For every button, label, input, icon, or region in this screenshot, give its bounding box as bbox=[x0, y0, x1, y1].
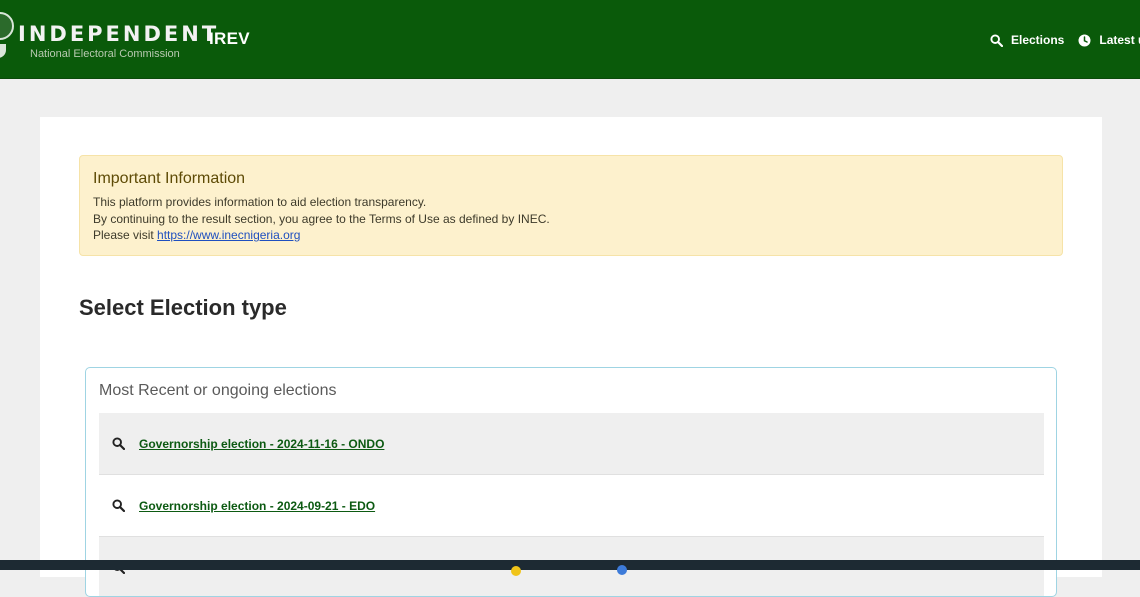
nav-elections-link[interactable]: Elections bbox=[990, 33, 1064, 47]
search-icon bbox=[112, 437, 125, 450]
app-name[interactable]: IREV bbox=[209, 29, 250, 49]
brand-title[interactable]: INDEPENDENT bbox=[18, 22, 219, 46]
search-icon bbox=[112, 499, 125, 512]
os-taskbar bbox=[0, 560, 1140, 576]
alert-title: Important Information bbox=[93, 170, 246, 187]
inec-logo-icon[interactable] bbox=[0, 12, 14, 40]
alert-visit-prefix: Please visit bbox=[93, 228, 158, 242]
alert-line-visit: Please visit https://www.inecnigeria.org bbox=[93, 227, 1049, 244]
election-row-ondo[interactable]: Governorship election - 2024-11-16 - OND… bbox=[99, 413, 1044, 475]
inec-website-link[interactable]: https://www.inecnigeria.org bbox=[157, 228, 300, 242]
nav-latest-uploads-label: Latest upl bbox=[1099, 33, 1140, 47]
brand-subtitle: National Electoral Commission bbox=[30, 48, 180, 60]
alert-line-transparency: This platform provides information to ai… bbox=[93, 195, 427, 209]
election-link-edo[interactable]: Governorship election - 2024-09-21 - EDO bbox=[139, 499, 375, 513]
clock-icon bbox=[1078, 34, 1091, 46]
search-icon bbox=[990, 33, 1003, 47]
panel-title: Most Recent or ongoing elections bbox=[99, 382, 337, 399]
nav-links: Elections Latest upl bbox=[990, 31, 1140, 49]
important-info-alert: Important Information This platform prov… bbox=[79, 155, 1063, 256]
page-title: Select Election type bbox=[79, 295, 287, 320]
logo-leaf-icon bbox=[0, 44, 6, 58]
nav-latest-uploads-link[interactable]: Latest upl bbox=[1078, 33, 1140, 47]
nav-elections-label: Elections bbox=[1011, 33, 1065, 47]
taskbar-browser-icon[interactable] bbox=[617, 565, 627, 575]
election-row-edo[interactable]: Governorship election - 2024-09-21 - EDO bbox=[99, 475, 1044, 537]
main-card: Important Information This platform prov… bbox=[40, 117, 1102, 597]
top-navbar: INDEPENDENT National Electoral Commissio… bbox=[0, 0, 1140, 79]
taskbar-weather-icon[interactable] bbox=[511, 566, 521, 576]
election-link-ondo[interactable]: Governorship election - 2024-11-16 - OND… bbox=[139, 437, 384, 451]
alert-line-terms: By continuing to the result section, you… bbox=[93, 211, 550, 226]
